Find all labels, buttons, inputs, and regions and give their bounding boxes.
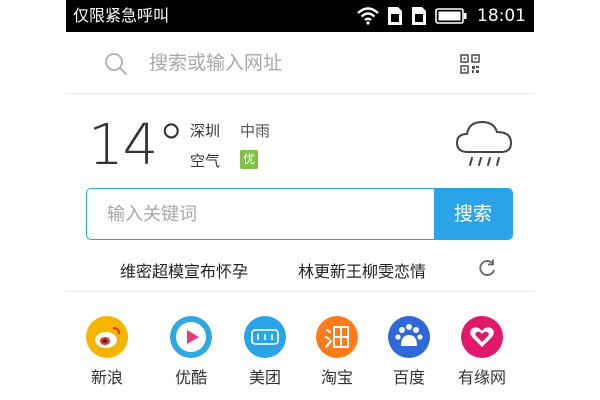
hot-word-link[interactable]: 维密超模宣布怀孕	[120, 258, 248, 282]
app-label: 新浪	[90, 368, 123, 387]
weather-city: 深圳	[190, 122, 221, 140]
app-shortcut-youyuan[interactable]: 有缘网	[447, 316, 517, 388]
taobao-icon	[316, 316, 358, 358]
sim1-icon	[388, 7, 402, 25]
hot-word-link[interactable]: 林更新王柳雯恋情	[298, 258, 426, 282]
clock: 18:01	[477, 6, 526, 26]
search-icon	[105, 53, 127, 75]
app-shortcut-taobao[interactable]: 淘宝	[302, 316, 372, 388]
keyword-search-box: 输入关键词 搜索	[86, 188, 513, 240]
keyword-search-input[interactable]: 输入关键词	[107, 202, 197, 228]
app-label: 优酷	[174, 368, 207, 387]
url-search-bar[interactable]: 搜索或输入网址	[66, 32, 534, 94]
sim2-icon	[412, 7, 426, 25]
app-label: 美团	[248, 368, 281, 387]
app-label: 有缘网	[457, 368, 506, 387]
youku-play-icon	[170, 316, 212, 358]
weibo-icon	[86, 316, 128, 358]
youyuan-heart-icon	[461, 316, 503, 358]
app-label: 百度	[392, 368, 425, 387]
temperature: 14°	[88, 113, 185, 178]
app-shortcut-grid: 新浪 优酷 美团 淘宝 百度 有缘网	[66, 316, 534, 400]
app-shortcut-baidu[interactable]: 百度	[374, 316, 444, 388]
qr-code-icon[interactable]	[460, 54, 480, 74]
status-bar: 仅限紧急呼叫 18:01	[66, 0, 534, 32]
meituan-icon	[244, 316, 286, 358]
app-shortcut-youku[interactable]: 优酷	[156, 316, 226, 388]
carrier-text: 仅限紧急呼叫	[73, 6, 170, 25]
weather-condition: 中雨	[240, 122, 271, 140]
app-shortcut-meituan[interactable]: 美团	[230, 316, 300, 388]
air-label: 空气	[190, 152, 221, 170]
search-button[interactable]: 搜索	[434, 189, 512, 239]
refresh-icon[interactable]	[477, 258, 497, 278]
hot-search-row: 维密超模宣布怀孕 林更新王柳雯恋情	[66, 252, 534, 292]
app-label: 淘宝	[320, 368, 353, 387]
air-quality-badge: 优	[240, 150, 258, 169]
baidu-paw-icon	[388, 316, 430, 358]
status-icons: 18:01	[357, 4, 526, 28]
rain-cloud-icon	[455, 120, 513, 166]
battery-icon	[435, 8, 467, 24]
weather-widget[interactable]: 14° 深圳 中雨 空气 优	[66, 112, 534, 182]
phone-screen: 仅限紧急呼叫 18:01 搜索或输入网址 14° 深圳 中雨 空气 优 输入关键…	[66, 0, 534, 400]
app-shortcut-sina[interactable]: 新浪	[72, 316, 142, 388]
wifi-icon	[357, 7, 379, 25]
url-search-placeholder[interactable]: 搜索或输入网址	[149, 50, 282, 76]
